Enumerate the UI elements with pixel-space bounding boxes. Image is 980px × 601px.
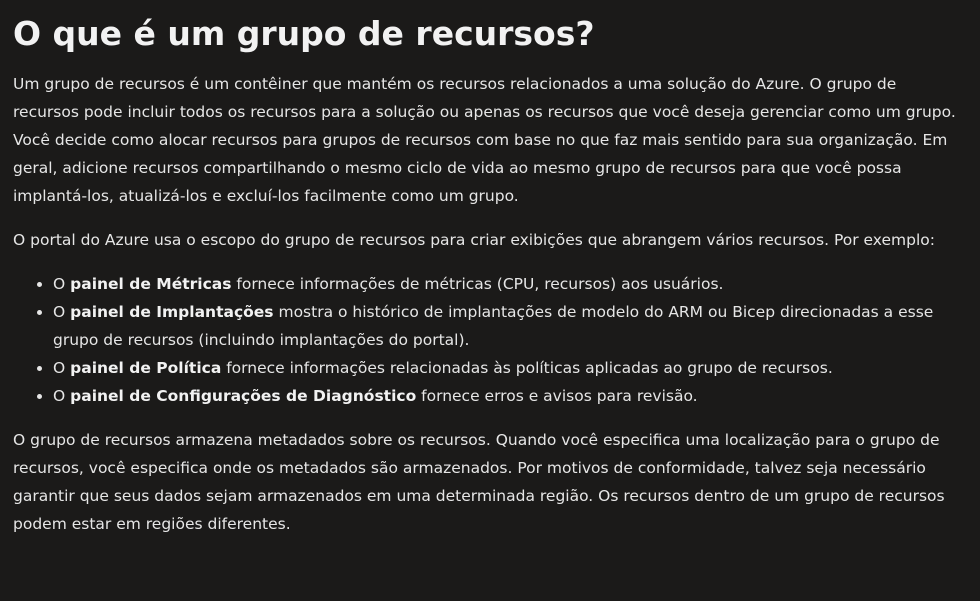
- bullet-text: fornece erros e avisos para revisão.: [416, 387, 698, 405]
- intro-paragraph: Um grupo de recursos é um contêiner que …: [13, 75, 956, 205]
- page-title: O que é um grupo de recursos?: [13, 14, 595, 53]
- bullet-prefix: O: [53, 359, 71, 377]
- list-item: O painel de Métricas fornece informações…: [53, 270, 967, 298]
- article: O que é um grupo de recursos? Um grupo d…: [0, 14, 980, 538]
- portal-paragraph: O portal do Azure usa o escopo do grupo …: [13, 231, 935, 249]
- metadata-paragraph: O grupo de recursos armazena metadados s…: [13, 431, 945, 533]
- bullet-bold: painel de Configurações de Diagnóstico: [70, 387, 417, 405]
- bullet-text: fornece informações de métricas (CPU, re…: [231, 275, 724, 293]
- bullet-bold: painel de Implantações: [70, 303, 274, 321]
- bullet-prefix: O: [53, 275, 71, 293]
- list-item: O painel de Configurações de Diagnóstico…: [53, 382, 967, 410]
- bullet-text: fornece informações relacionadas às polí…: [221, 359, 833, 377]
- list-item: O painel de Política fornece informações…: [53, 354, 967, 382]
- feature-list: O painel de Métricas fornece informações…: [13, 270, 967, 410]
- bullet-bold: painel de Política: [70, 359, 222, 377]
- bullet-prefix: O: [53, 387, 71, 405]
- list-item: O painel de Implantações mostra o histór…: [53, 298, 967, 354]
- bullet-bold: painel de Métricas: [70, 275, 232, 293]
- bullet-prefix: O: [53, 303, 71, 321]
